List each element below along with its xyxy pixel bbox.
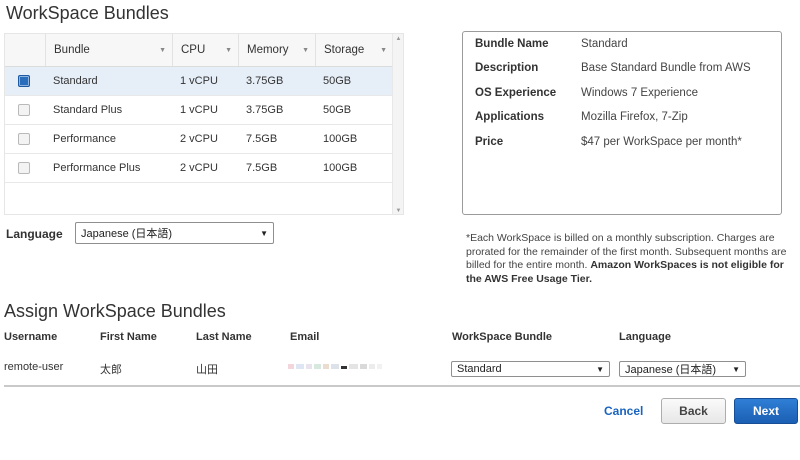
back-button[interactable]: Back <box>661 398 726 424</box>
column-header-last-name: Last Name <box>196 331 252 343</box>
workspace-bundle-select[interactable]: Standard ▼ <box>451 361 610 377</box>
memory-cell: 3.75GB <box>246 104 284 116</box>
column-header-label: Bundle <box>54 44 90 56</box>
detail-value: Base Standard Bundle from AWS <box>581 62 751 74</box>
bundles-section-title: WorkSpace Bundles <box>6 3 169 23</box>
cpu-cell: 2 vCPU <box>180 133 218 145</box>
bundle-name-cell: Standard <box>53 75 98 87</box>
last-name-cell: 山田 <box>196 364 218 376</box>
scroll-up-icon[interactable]: ▲ <box>393 36 403 42</box>
row-checkbox[interactable] <box>18 133 30 145</box>
assign-section-title: Assign WorkSpace Bundles <box>4 301 226 321</box>
bundle-table-header: Bundle ▼ CPU ▼ Memory ▼ Storage ▼ <box>5 34 393 67</box>
bundle-name-cell: Performance Plus <box>53 162 141 174</box>
redacted-email <box>288 364 383 370</box>
detail-value: Standard <box>581 38 628 50</box>
dropdown-arrow-icon[interactable]: ▼ <box>260 229 268 238</box>
table-row[interactable]: Standard Plus 1 vCPU 3.75GB 50GB <box>5 96 393 125</box>
storage-cell: 100GB <box>323 133 358 145</box>
column-header-language: Language <box>619 331 671 343</box>
cancel-button[interactable]: Cancel <box>604 404 643 418</box>
username-cell: remote-user <box>4 361 64 373</box>
column-header-username: Username <box>4 331 58 343</box>
column-header-cpu[interactable]: CPU ▼ <box>172 34 238 66</box>
select-column-header <box>5 34 45 66</box>
cpu-cell: 2 vCPU <box>180 162 218 174</box>
table-row[interactable]: Performance 2 vCPU 7.5GB 100GB <box>5 125 393 154</box>
column-header-email: Email <box>290 331 320 343</box>
bundle-details-panel: Bundle Name Standard Description Base St… <box>462 31 782 215</box>
sort-down-icon[interactable]: ▼ <box>159 47 166 54</box>
row-checkbox[interactable] <box>18 104 30 116</box>
language-select[interactable]: Japanese (日本語) ▼ <box>75 222 274 244</box>
sort-down-icon[interactable]: ▼ <box>302 47 309 54</box>
column-header-label: Memory <box>247 44 289 56</box>
detail-value: $47 per WorkSpace per month* <box>581 136 742 148</box>
column-header-label: CPU <box>181 44 206 56</box>
storage-cell: 50GB <box>323 75 352 87</box>
sort-down-icon[interactable]: ▼ <box>380 47 387 54</box>
language-label: Language <box>6 227 63 241</box>
language-select-value: Japanese (日本語) <box>81 228 173 240</box>
column-header-storage[interactable]: Storage ▼ <box>315 34 393 66</box>
detail-label: Description <box>475 62 539 74</box>
bundle-name-cell: Standard Plus <box>53 104 123 116</box>
cpu-cell: 1 vCPU <box>180 104 218 116</box>
first-name-cell: 太郎 <box>100 364 122 376</box>
billing-note: *Each WorkSpace is billed on a monthly s… <box>466 232 796 286</box>
user-language-select-value: Japanese (日本語) <box>625 364 717 376</box>
column-header-first-name: First Name <box>100 331 157 343</box>
storage-cell: 100GB <box>323 162 358 174</box>
workspace-bundle-select-value: Standard <box>457 363 502 375</box>
column-header-bundle[interactable]: Bundle ▼ <box>45 34 172 66</box>
detail-label: Applications <box>475 111 545 123</box>
column-header-memory[interactable]: Memory ▼ <box>238 34 315 66</box>
dropdown-arrow-icon[interactable]: ▼ <box>596 365 604 374</box>
row-checkbox[interactable] <box>18 162 30 174</box>
memory-cell: 7.5GB <box>246 162 278 174</box>
dropdown-arrow-icon[interactable]: ▼ <box>732 365 740 374</box>
cpu-cell: 1 vCPU <box>180 75 218 87</box>
next-button[interactable]: Next <box>734 398 798 424</box>
table-row[interactable]: Performance Plus 2 vCPU 7.5GB 100GB <box>5 154 393 183</box>
sort-down-icon[interactable]: ▼ <box>225 47 232 54</box>
row-checkbox[interactable] <box>18 75 30 87</box>
detail-label: Bundle Name <box>475 38 549 50</box>
column-header-label: Storage <box>324 44 365 56</box>
table-row[interactable]: Standard 1 vCPU 3.75GB 50GB <box>5 67 393 96</box>
memory-cell: 7.5GB <box>246 133 278 145</box>
table-scrollbar[interactable]: ▲ ▼ <box>392 34 403 214</box>
storage-cell: 50GB <box>323 104 352 116</box>
detail-value: Windows 7 Experience <box>581 87 698 99</box>
footer-divider <box>4 385 800 387</box>
bundle-table: Bundle ▼ CPU ▼ Memory ▼ Storage ▼ Standa… <box>4 33 404 215</box>
create-workspaces-page: WorkSpace Bundles Bundle ▼ CPU ▼ Memory … <box>0 0 800 460</box>
column-header-workspace-bundle: WorkSpace Bundle <box>452 331 553 343</box>
memory-cell: 3.75GB <box>246 75 284 87</box>
scroll-down-icon[interactable]: ▼ <box>393 208 403 214</box>
bundle-name-cell: Performance <box>53 133 116 145</box>
user-language-select[interactable]: Japanese (日本語) ▼ <box>619 361 746 377</box>
detail-label: OS Experience <box>475 87 557 99</box>
detail-label: Price <box>475 136 504 148</box>
detail-value: Mozilla Firefox, 7-Zip <box>581 111 688 123</box>
